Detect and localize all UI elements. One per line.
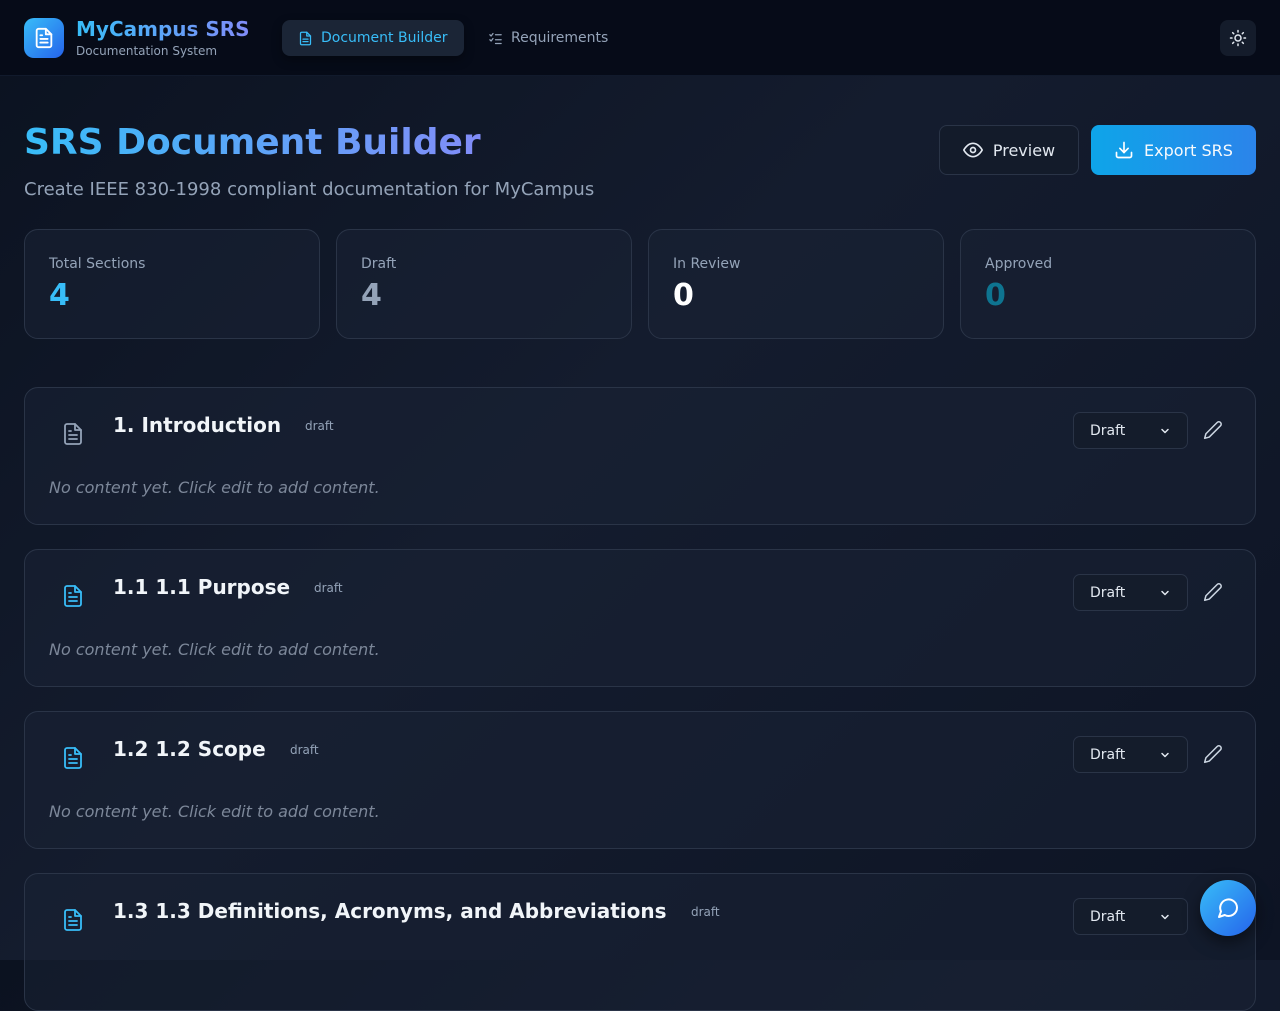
document-icon	[64, 423, 82, 445]
edit-section-button[interactable]	[1201, 742, 1225, 766]
tab-label: Requirements	[511, 30, 609, 46]
chevron-down-icon	[1161, 914, 1169, 919]
section-card: 1.2 1.2 Scope draft Draft No content yet…	[24, 711, 1256, 849]
pencil-icon	[1203, 745, 1222, 764]
chat-button[interactable]	[1200, 880, 1256, 936]
app-subtitle: Documentation System	[76, 44, 218, 58]
app-title: MyCampus SRS	[76, 17, 250, 41]
section-title: 1.1 1.1 Purpose	[113, 575, 291, 599]
tab-document-builder[interactable]: Document Builder	[282, 20, 464, 56]
preview-button[interactable]: Preview	[939, 125, 1079, 175]
document-icon	[64, 747, 82, 769]
stat-value: 4	[361, 278, 382, 313]
tab-requirements[interactable]: Requirements	[472, 20, 624, 56]
stat-card-approved: Approved 0	[960, 229, 1256, 339]
stat-value: 0	[673, 278, 694, 313]
stat-label: Approved	[985, 256, 1053, 272]
status-select[interactable]: Draft	[1073, 736, 1188, 773]
top-navbar: MyCampus SRS Documentation System Docume…	[0, 0, 1280, 76]
section-card: 1.3 1.3 Definitions, Acronyms, and Abbre…	[24, 873, 1256, 1011]
status-select-value: Draft	[1090, 584, 1126, 601]
theme-toggle-button[interactable]	[1220, 20, 1256, 56]
section-card: 1. Introduction draft Draft No content y…	[24, 387, 1256, 525]
pencil-icon	[1203, 421, 1222, 440]
section-empty-text: No content yet. Click edit to add conten…	[49, 640, 380, 659]
stat-label: In Review	[673, 256, 741, 272]
tab-label: Document Builder	[321, 30, 448, 46]
app-logo[interactable]	[24, 18, 64, 58]
status-badge: draft	[290, 743, 319, 757]
stat-card-in-review: In Review 0	[648, 229, 944, 339]
checklist-icon	[489, 32, 502, 44]
stat-value: 4	[49, 278, 70, 313]
chat-bubble-icon	[1218, 898, 1239, 918]
edit-section-button[interactable]	[1201, 418, 1225, 442]
section-card: 1.1 1.1 Purpose draft Draft No content y…	[24, 549, 1256, 687]
preview-label: Preview	[992, 140, 1056, 160]
status-select-value: Draft	[1090, 746, 1126, 763]
download-icon	[1115, 141, 1133, 159]
edit-section-button[interactable]	[1201, 580, 1225, 604]
stat-card-draft: Draft 4	[336, 229, 632, 339]
page-title: SRS Document Builder	[24, 122, 481, 163]
status-badge: draft	[691, 905, 720, 919]
chevron-down-icon	[1161, 428, 1169, 433]
status-select[interactable]: Draft	[1073, 898, 1188, 935]
status-select-value: Draft	[1090, 422, 1126, 439]
status-select[interactable]: Draft	[1073, 412, 1188, 449]
eye-icon	[962, 142, 983, 158]
document-icon	[35, 27, 53, 49]
sun-icon	[1229, 29, 1247, 47]
page-subtitle: Create IEEE 830-1998 compliant documenta…	[24, 179, 595, 200]
export-srs-button[interactable]: Export SRS	[1091, 125, 1256, 175]
stat-card-total-sections: Total Sections 4	[24, 229, 320, 339]
export-label: Export SRS	[1144, 140, 1233, 160]
pencil-icon	[1203, 583, 1222, 602]
document-icon	[64, 585, 82, 607]
status-select[interactable]: Draft	[1073, 574, 1188, 611]
document-icon	[64, 909, 82, 931]
section-title: 1.3 1.3 Definitions, Acronyms, and Abbre…	[113, 899, 667, 923]
stat-label: Total Sections	[49, 256, 146, 272]
section-empty-text: No content yet. Click edit to add conten…	[49, 478, 380, 497]
section-title: 1.2 1.2 Scope	[113, 737, 266, 761]
status-badge: draft	[314, 581, 343, 595]
status-badge: draft	[305, 419, 334, 433]
section-empty-text: No content yet. Click edit to add conten…	[49, 802, 380, 821]
document-icon	[299, 31, 312, 45]
stat-value: 0	[985, 278, 1006, 313]
section-title: 1. Introduction	[113, 413, 282, 437]
status-select-value: Draft	[1090, 908, 1126, 925]
chevron-down-icon	[1161, 752, 1169, 757]
chevron-down-icon	[1161, 590, 1169, 595]
stat-label: Draft	[361, 256, 397, 272]
